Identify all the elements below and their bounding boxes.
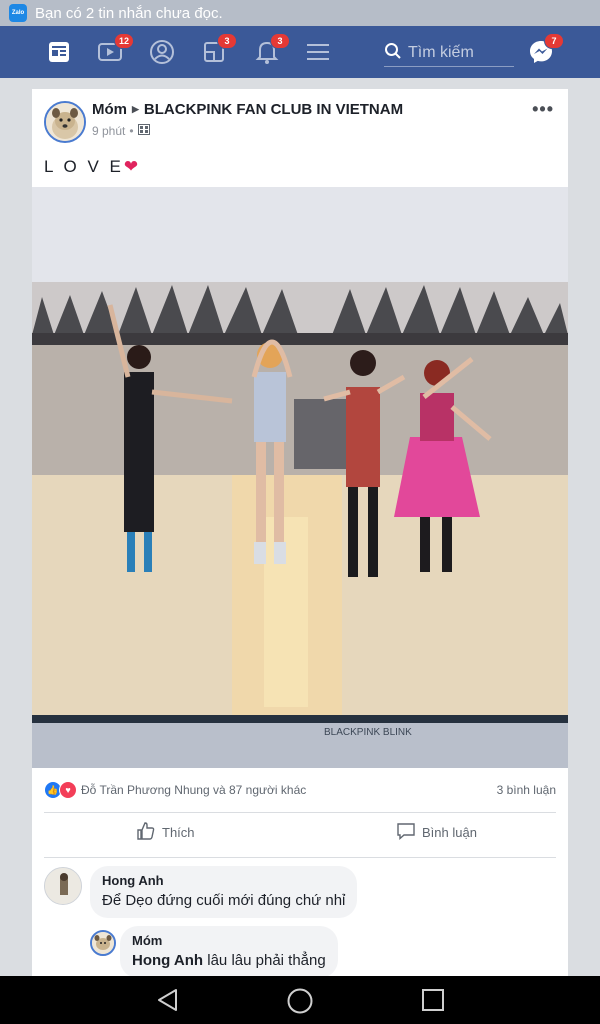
heart-emoji: ❤ — [123, 157, 139, 176]
reaction-names[interactable]: Đỗ Trần Phương Nhung và 87 người khác — [81, 783, 306, 797]
author-name[interactable]: Móm — [92, 101, 127, 118]
photo-watermark: BLACKPINK BLINK — [324, 727, 412, 738]
post-meta: 9 phút • — [92, 124, 150, 138]
love-reaction-icon: ♥ — [59, 781, 77, 799]
notifications-bell-icon[interactable]: 3 — [252, 33, 290, 67]
post-photo[interactable]: BLACKPINK BLINK — [32, 187, 568, 768]
comment-button[interactable]: Bình luận — [396, 821, 477, 844]
post-card: Móm ▶ BLACKPINK FAN CLUB IN VIETNAM 9 ph… — [32, 89, 568, 978]
like-label: Thích — [162, 825, 195, 840]
video-badge: 12 — [114, 33, 134, 49]
comment-bubble: Hong Anh Để Dẹo đứng cuối mới đúng chứ n… — [90, 866, 358, 918]
comment-bubble-icon — [396, 821, 422, 844]
reply-author-avatar[interactable] — [90, 930, 116, 956]
video-icon[interactable]: 12 — [96, 33, 134, 67]
post-time[interactable]: 9 phút — [92, 124, 125, 138]
home-icon[interactable] — [286, 988, 314, 1019]
reply-text-content: lâu lâu phải thẳng — [203, 952, 326, 969]
comment-author[interactable]: Hong Anh — [102, 873, 345, 889]
author-avatar[interactable] — [44, 101, 86, 143]
facebook-nav-bar: 12 3 3 7 — [0, 26, 600, 78]
more-options-icon[interactable]: ••• — [532, 99, 554, 120]
reactions-summary[interactable]: 👍 ♥ Đỗ Trần Phương Nhung và 87 người khá… — [44, 779, 556, 801]
post-text-content: L O V E — [44, 157, 124, 176]
pages-badge: 3 — [217, 33, 237, 49]
search-icon — [384, 42, 402, 65]
zalo-icon: Zalo — [9, 4, 27, 22]
divider — [44, 812, 556, 813]
messenger-badge: 7 — [544, 33, 564, 49]
status-bar: Zalo Bạn có 2 tin nhắn chưa đọc. — [0, 0, 600, 26]
like-button[interactable]: Thích — [136, 821, 195, 844]
post-text: L O V E❤ — [44, 157, 138, 177]
arrow-right-icon: ▶ — [132, 104, 139, 114]
reply-bubble: Móm Hong Anh lâu lâu phải thẳng — [120, 926, 338, 978]
notification-text[interactable]: Bạn có 2 tin nhắn chưa đọc. — [35, 5, 223, 22]
comment-text: Để Dẹo đứng cuối mới đúng chứ nhỉ — [102, 892, 346, 909]
recent-apps-icon[interactable] — [421, 988, 445, 1017]
reply-mention[interactable]: Hong Anh — [132, 952, 203, 969]
menu-icon[interactable] — [303, 37, 333, 67]
comment-label: Bình luận — [422, 825, 477, 840]
news-feed-icon[interactable] — [44, 37, 74, 67]
reply-text: Hong Anh lâu lâu phải thẳng — [132, 951, 326, 971]
reply-author[interactable]: Móm — [132, 933, 326, 949]
thumbs-up-icon — [136, 821, 162, 844]
commenter-avatar[interactable] — [44, 867, 82, 905]
pages-icon[interactable]: 3 — [199, 33, 237, 67]
search-input[interactable] — [408, 44, 508, 62]
divider — [44, 857, 556, 858]
comment-count[interactable]: 3 bình luận — [497, 783, 556, 797]
back-icon[interactable] — [156, 988, 180, 1017]
profile-icon[interactable] — [147, 37, 177, 67]
group-name[interactable]: BLACKPINK FAN CLUB IN VIETNAM — [144, 101, 403, 118]
post-author-line: Móm ▶ BLACKPINK FAN CLUB IN VIETNAM — [92, 101, 403, 118]
meta-separator: • — [129, 124, 134, 138]
search-box[interactable] — [384, 40, 514, 67]
group-privacy-icon — [137, 124, 150, 138]
messenger-icon[interactable]: 7 — [526, 33, 564, 67]
notifications-badge: 3 — [270, 33, 290, 49]
android-navigation-bar — [0, 976, 600, 1024]
